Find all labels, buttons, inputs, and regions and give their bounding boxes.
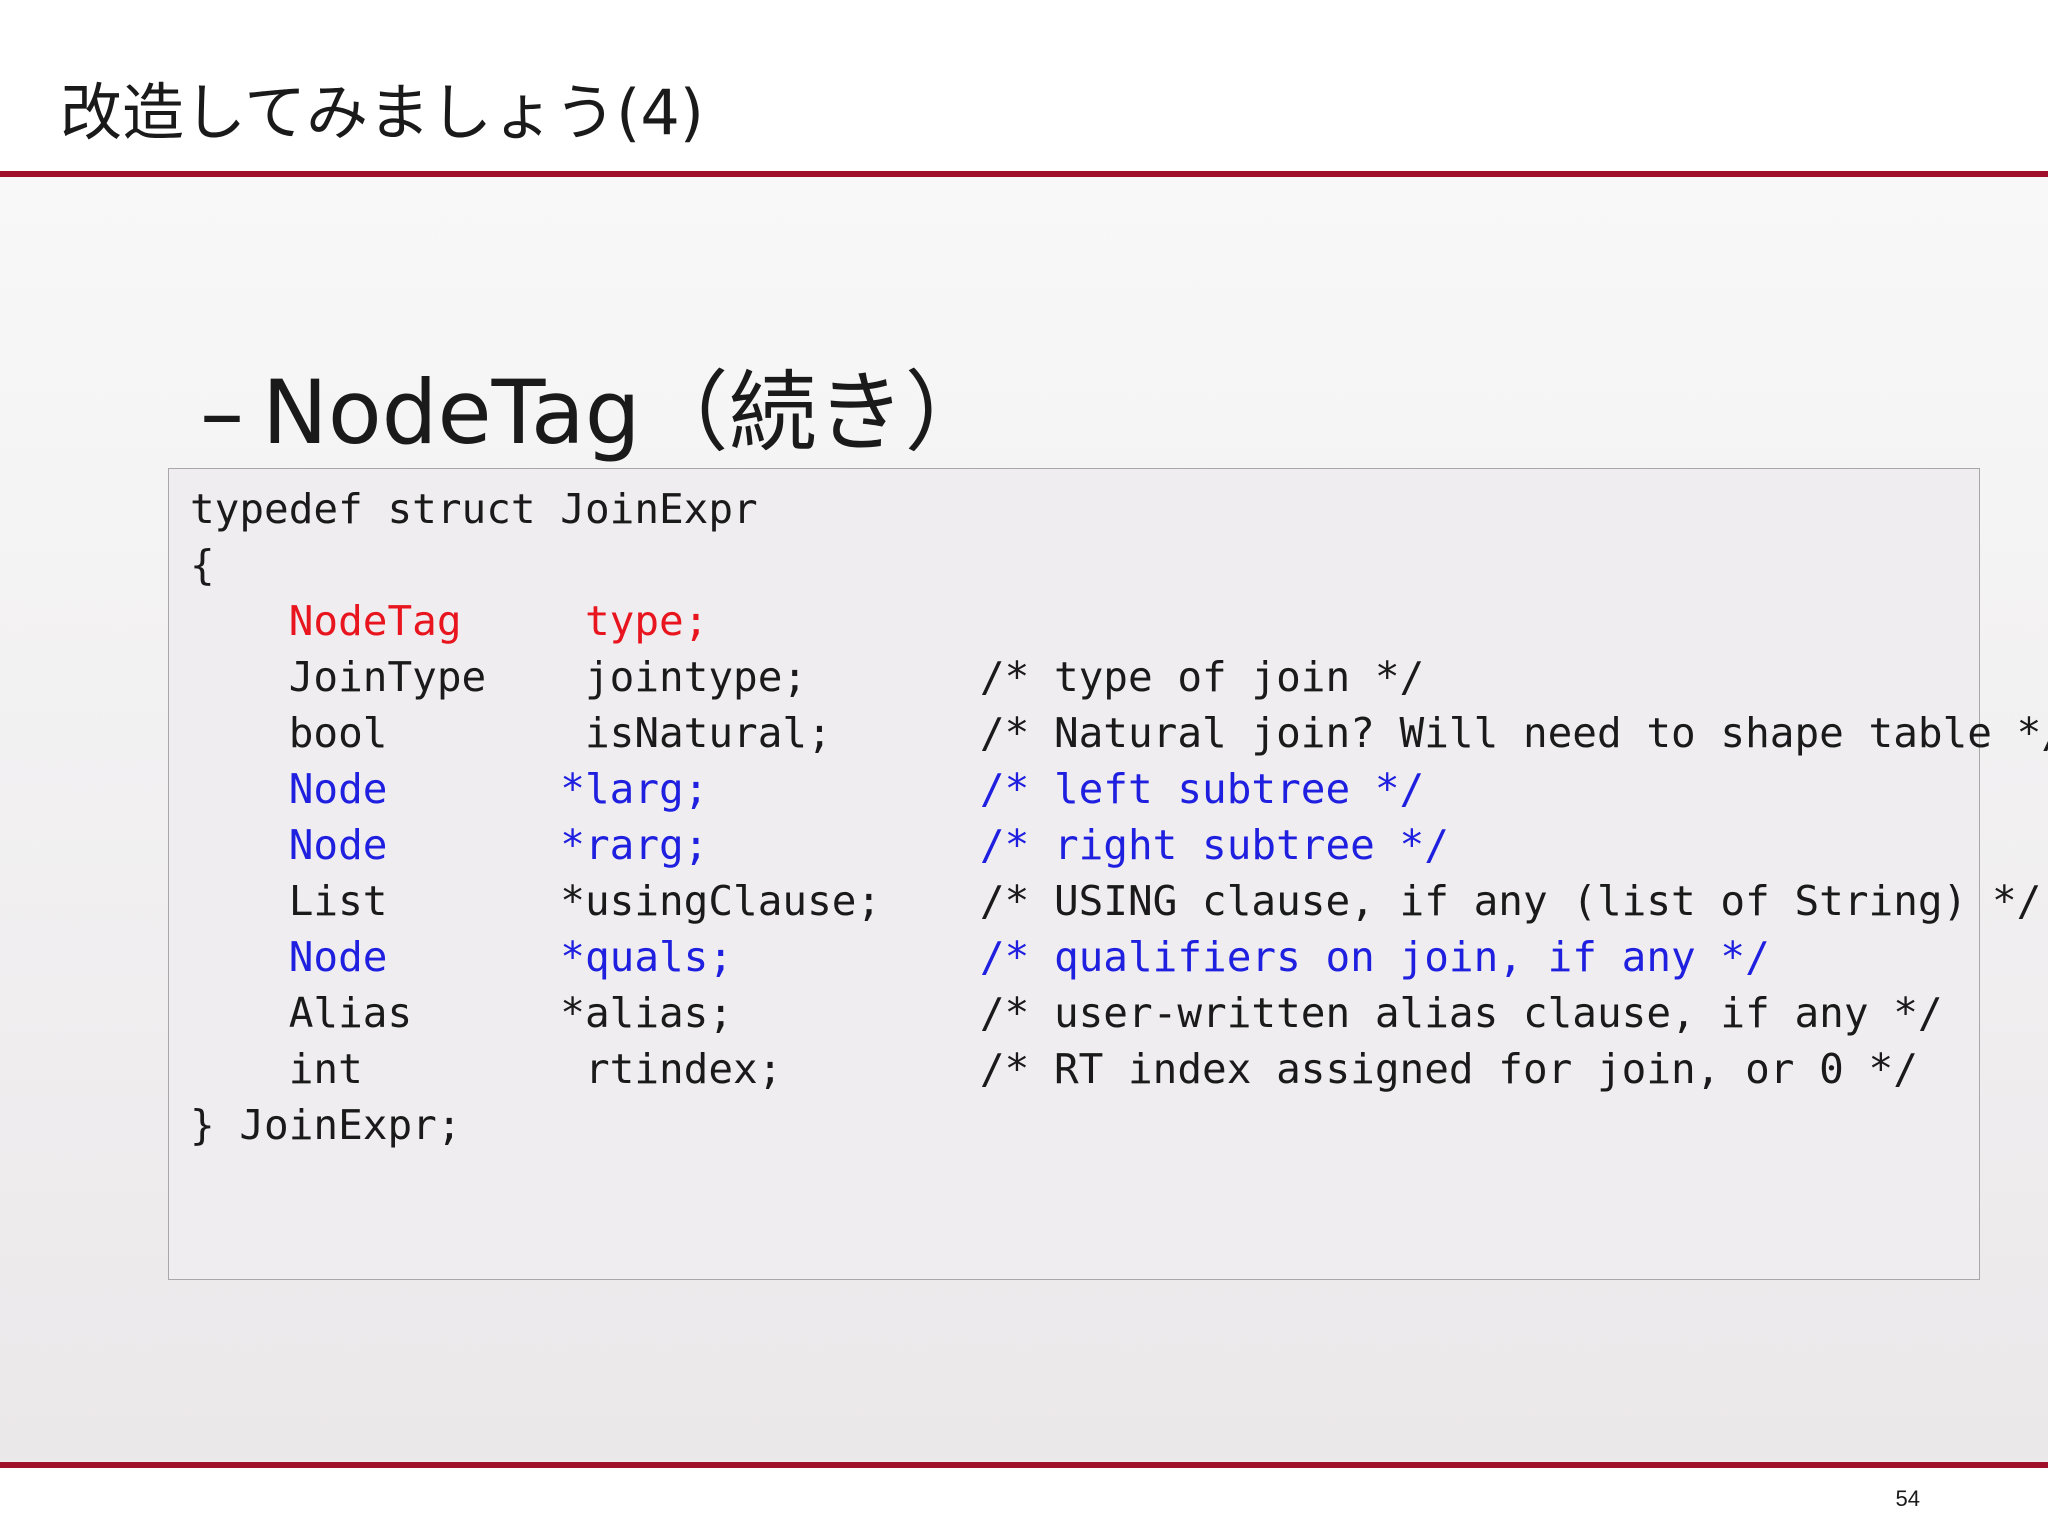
code-line-highlighted-blue: Node *quals; /* qualifiers on join, if a… [190, 933, 1770, 981]
code-line-highlighted-blue: Node *rarg; /* right subtree */ [190, 821, 1449, 869]
code-line-highlighted-red: NodeTag type; [190, 597, 709, 645]
heading-dash: – [200, 361, 244, 464]
code-line: { [190, 541, 215, 589]
code-line-highlighted-blue: Node *larg; /* left subtree */ [190, 765, 1425, 813]
section-heading: – NodeTag（続き） [200, 358, 993, 468]
page-number: 54 [1895, 1486, 1920, 1511]
title-divider [0, 171, 2048, 177]
code-line: JoinType jointype; /* type of join */ [190, 653, 1425, 701]
slide-title: 改造してみましょう(4) [60, 76, 704, 149]
footer-divider [0, 1462, 2048, 1468]
code-line: typedef struct JoinExpr [190, 485, 758, 533]
code-line: Alias *alias; /* user-written alias clau… [190, 989, 1943, 1037]
code-line: List *usingClause; /* USING clause, if a… [190, 877, 2042, 925]
heading-text: NodeTag（続き） [262, 361, 993, 464]
code-line: int rtindex; /* RT index assigned for jo… [190, 1045, 1918, 1093]
code-line: } JoinExpr; [190, 1101, 462, 1149]
code-block: typedef struct JoinExpr { NodeTag type; J… [190, 481, 2048, 1153]
code-line: bool isNatural; /* Natural join? Will ne… [190, 709, 2048, 757]
